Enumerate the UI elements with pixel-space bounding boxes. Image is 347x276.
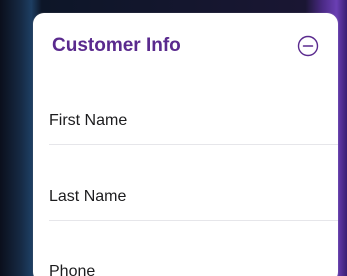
last-name-label: Last Name: [49, 188, 127, 205]
app-window: Customer Info First Name Last Name Phone: [0, 0, 347, 276]
phone-label: Phone: [49, 263, 96, 276]
minus-circle-icon: [297, 35, 319, 57]
card-header: Customer Info: [33, 13, 338, 79]
card-title: Customer Info: [52, 35, 181, 56]
last-name-field[interactable]: Last Name: [49, 145, 338, 221]
customer-info-card: Customer Info First Name Last Name Phone: [33, 13, 338, 276]
first-name-label: First Name: [49, 112, 128, 129]
collapse-button[interactable]: [297, 35, 319, 57]
phone-field[interactable]: Phone: [49, 221, 338, 276]
first-name-field[interactable]: First Name: [49, 79, 338, 145]
